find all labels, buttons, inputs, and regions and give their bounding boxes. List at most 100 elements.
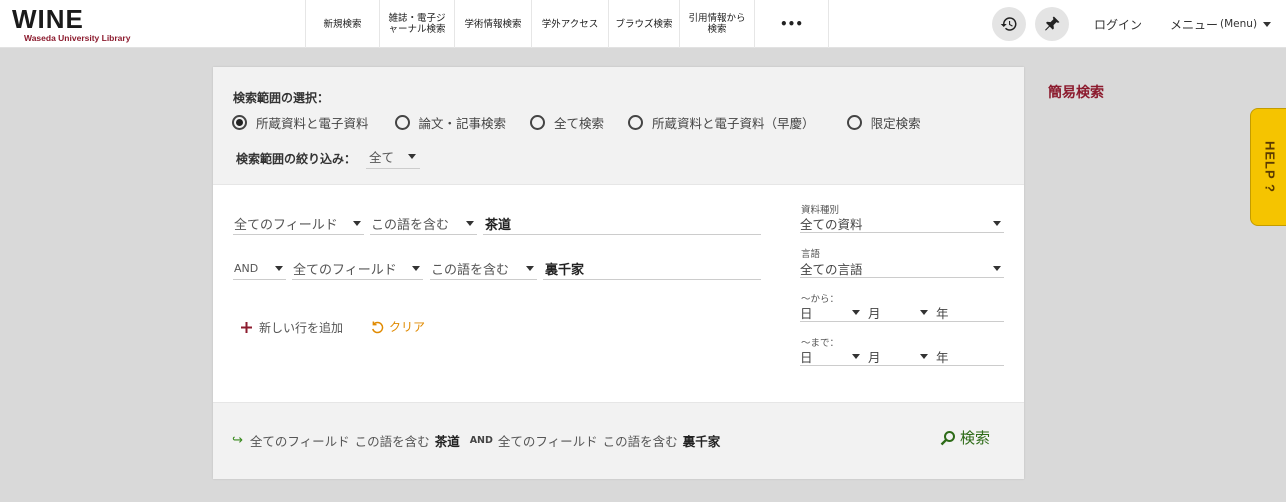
chevron-down-icon: [852, 354, 860, 359]
menu-sublabel: (Menu): [1220, 18, 1258, 30]
scope-radio-all[interactable]: 全て検索: [530, 113, 604, 132]
chevron-down-icon: [1263, 21, 1272, 27]
summary-text: この語を含む: [602, 434, 678, 449]
add-row-label: 新しい行を追加: [259, 321, 344, 335]
material-type-select[interactable]: 全ての資料: [800, 215, 1004, 233]
nav-journal-search[interactable]: 雑誌・電子ジ ャーナル検索: [379, 0, 454, 48]
scope-radio-group: 所蔵資料と電子資料 論文・記事検索 全て検索 所蔵資料と電子資料（早慶） 限定検…: [232, 113, 945, 132]
simple-search-link[interactable]: 簡易検索: [1048, 82, 1104, 102]
radio-selected-icon: [232, 115, 247, 130]
clear-button[interactable]: クリア: [369, 318, 425, 335]
top-bar: WINE Waseda University Library 新規検索 雑誌・電…: [0, 0, 1286, 48]
language-select[interactable]: 全ての言語: [800, 260, 1004, 278]
chevron-down-icon: [526, 266, 534, 271]
condition-value: この語を含む: [371, 218, 450, 233]
radio-empty-icon: [846, 115, 862, 130]
month-label: 月: [868, 306, 881, 321]
nav-more[interactable]: •••: [754, 0, 829, 48]
pin-button[interactable]: [1035, 7, 1069, 41]
refine-label: 検索範囲の絞り込み：: [236, 151, 357, 166]
nav-new-search[interactable]: 新規検索: [305, 0, 379, 48]
help-tab[interactable]: HELP ?: [1250, 108, 1286, 226]
date-from-year-input[interactable]: 年: [936, 303, 949, 322]
month-label: 月: [868, 350, 881, 365]
chevron-down-icon: [920, 354, 928, 359]
nav-offcampus-access[interactable]: 学外アクセス: [531, 0, 608, 48]
chevron-down-icon: [993, 266, 1001, 271]
scope-radio-holdings[interactable]: 所蔵資料と電子資料: [232, 113, 369, 132]
language-value: 全ての言語: [800, 262, 863, 277]
chevron-down-icon: [920, 310, 928, 315]
chevron-down-icon: [412, 266, 420, 271]
field-value: 全てのフィールド: [234, 218, 338, 233]
summary-text: 全てのフィールド: [249, 434, 350, 449]
clear-label: クリア: [389, 320, 426, 334]
scope-title: 検索範囲の選択：: [233, 91, 330, 105]
year-label: 年: [936, 306, 949, 321]
radio-empty-icon: [394, 115, 410, 130]
row2-term-input[interactable]: 裏千家: [543, 258, 761, 280]
scope-radio-sokei[interactable]: 所蔵資料と電子資料（早慶）: [628, 113, 815, 132]
date-to-day-select[interactable]: 日: [800, 347, 868, 366]
scope-option-label: 全て検索: [554, 116, 605, 131]
date-from-day-select[interactable]: 日: [800, 303, 868, 322]
condition-value: この語を含む: [431, 263, 510, 278]
summary-text: この語を含む: [354, 434, 430, 449]
nav-citation-search[interactable]: 引用情報から 検索: [679, 0, 754, 48]
query-summary: ↪ 全てのフィールド この語を含む 茶道 AND 全てのフィールド この語を含む…: [232, 431, 725, 450]
login-label: ログイン: [1094, 17, 1143, 32]
operator-value: AND: [234, 262, 259, 275]
row2-condition-select[interactable]: この語を含む: [430, 258, 537, 280]
scope-option-label: 限定検索: [870, 116, 921, 131]
history-icon: [1000, 17, 1017, 31]
chevron-down-icon: [353, 221, 361, 226]
radio-empty-icon: [530, 115, 546, 130]
summary-term: 茶道: [434, 434, 460, 449]
date-to-month-select[interactable]: 月: [868, 347, 936, 366]
wine-logo[interactable]: WINE Waseda University Library: [12, 4, 152, 43]
date-from-row: 日 月 年: [800, 304, 1004, 322]
scope-refine: 検索範囲の絞り込み： 全て: [236, 147, 421, 169]
arrow-right-icon: ↪: [232, 433, 243, 448]
chevron-down-icon: [993, 221, 1001, 226]
help-label: HELP ?: [1262, 141, 1278, 193]
day-label: 日: [800, 350, 813, 365]
add-row-button[interactable]: 新しい行を追加: [240, 319, 343, 336]
plus-icon: [241, 322, 252, 333]
search-button[interactable]: 検索: [940, 427, 990, 448]
search-label: 検索: [960, 429, 991, 447]
menu-dropdown[interactable]: メニュー (Menu): [1170, 0, 1272, 48]
login-link[interactable]: ログイン: [1094, 0, 1142, 48]
summary-operator: AND: [469, 435, 493, 446]
summary-term: 裏千家: [682, 434, 721, 449]
radio-empty-icon: [628, 115, 644, 130]
field-value: 全てのフィールド: [293, 263, 397, 278]
chevron-down-icon: [275, 266, 283, 271]
scope-option-label: 所蔵資料と電子資料（早慶）: [652, 116, 815, 131]
scope-radio-articles[interactable]: 論文・記事検索: [394, 113, 507, 132]
scope-option-label: 論文・記事検索: [418, 116, 507, 131]
menu-label: メニュー: [1170, 17, 1219, 32]
row1-condition-select[interactable]: この語を含む: [370, 213, 477, 235]
date-to-year-input[interactable]: 年: [936, 347, 949, 366]
row2-field-select[interactable]: 全てのフィールド: [292, 258, 423, 280]
row2-operator-select[interactable]: AND: [233, 258, 286, 280]
row1-term-input[interactable]: 茶道: [483, 213, 761, 235]
query-summary-bar: ↪ 全てのフィールド この語を含む 茶道 AND 全てのフィールド この語を含む…: [213, 402, 1024, 479]
refine-select[interactable]: 全て: [366, 147, 421, 169]
date-to-row: 日 月 年: [800, 348, 1004, 366]
search-icon: [940, 430, 955, 445]
date-from-month-select[interactable]: 月: [868, 303, 936, 322]
logo-title: WINE: [12, 4, 84, 34]
refine-value: 全て: [369, 150, 395, 165]
row1-field-select[interactable]: 全てのフィールド: [233, 213, 364, 235]
scope-radio-limited[interactable]: 限定検索: [846, 113, 921, 132]
summary-text: 全てのフィールド: [497, 434, 598, 449]
pin-icon: [1045, 16, 1060, 31]
nav-browse-search[interactable]: ブラウズ検索: [608, 0, 679, 48]
main-nav: 新規検索 雑誌・電子ジ ャーナル検索 学術情報検索 学外アクセス ブラウズ検索 …: [305, 0, 829, 48]
scope-option-label: 所蔵資料と電子資料: [256, 116, 369, 131]
history-button[interactable]: [992, 7, 1026, 41]
chevron-down-icon: [852, 310, 860, 315]
nav-academic-search[interactable]: 学術情報検索: [454, 0, 531, 48]
